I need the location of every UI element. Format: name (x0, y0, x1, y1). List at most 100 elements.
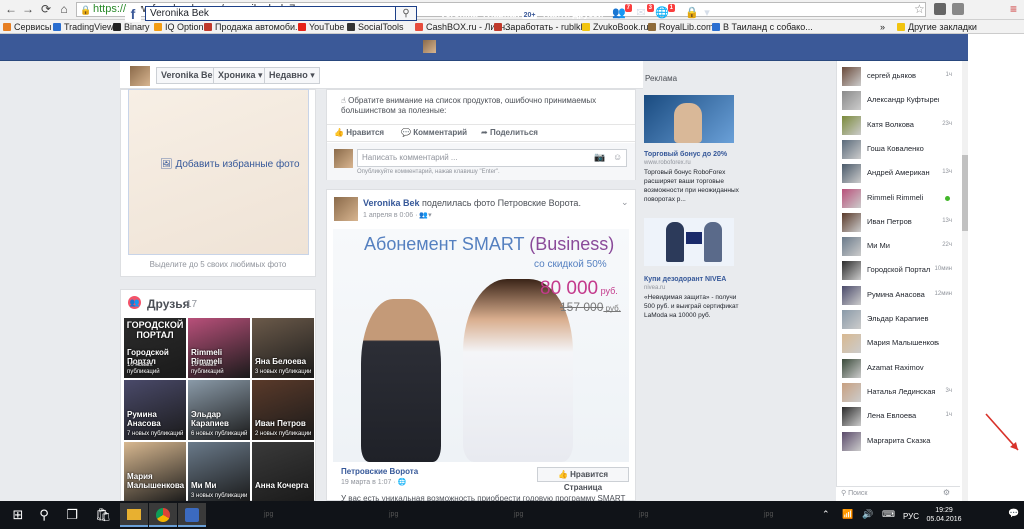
chat-contact[interactable]: Azamat Raximov (842, 359, 954, 379)
comment-input[interactable]: Написать комментарий ... (357, 149, 627, 167)
chat-contact[interactable]: Румина Анасова 12мин (842, 286, 954, 306)
reload-icon[interactable]: ⟳ (39, 2, 53, 16)
friend-tile[interactable]: Ми Ми 3 новых публикации (188, 442, 250, 502)
friend-tile[interactable]: ГОРОДСКОЙ ПОРТАЛ Городской Портал 10 новых… (124, 318, 186, 378)
author-avatar[interactable] (334, 197, 358, 221)
chat-scrollbar[interactable] (962, 61, 968, 501)
find-friends-link[interactable]: Найти друзей (543, 9, 603, 19)
comment-button[interactable]: 💬 Комментарий (401, 128, 467, 137)
favorites-photo-area[interactable] (128, 89, 309, 255)
store-icon[interactable]: 🛍 (95, 507, 112, 523)
app-icon[interactable] (178, 503, 206, 527)
chat-contact[interactable]: Иван Петров 13ч (842, 213, 954, 233)
bookmark-item[interactable]: Binary (113, 21, 150, 33)
chat-contact[interactable]: Ми Ми 22ч (842, 237, 954, 257)
add-favorite-photos-link[interactable]: 🖼 Добавить избранные фото (160, 159, 300, 170)
friend-tile[interactable]: Румина Анасова 7 новых публикаций (124, 380, 186, 440)
ad-title-link[interactable]: Торговый бонус до 20% (644, 151, 727, 158)
task-view-icon[interactable]: ❐ (64, 507, 80, 523)
friends-title[interactable]: Друзья (147, 297, 190, 311)
taskbar-window[interactable]: jpg (250, 505, 310, 525)
network-icon[interactable]: 📶 (842, 509, 853, 520)
taskbar-window[interactable]: jpg (375, 505, 435, 525)
chat-contact[interactable]: Маргарита Сказка (842, 432, 954, 452)
extension-icon[interactable] (934, 3, 946, 15)
windows-start-icon[interactable]: ⊞ (10, 507, 26, 523)
bookmark-item[interactable]: » (880, 21, 885, 33)
taskbar-window[interactable]: jpg (750, 505, 810, 525)
chat-settings-icon[interactable]: ⚙ (943, 488, 950, 497)
timeline-chronicle-dropdown[interactable]: Хроника ▾ (213, 67, 268, 84)
friend-tile[interactable]: Яна Белоева 3 новых публикации (252, 318, 314, 378)
account-menu-chevron-icon[interactable]: ▾ (700, 7, 714, 20)
browser-menu-icon[interactable]: ≡ (1010, 2, 1017, 16)
back-icon[interactable]: ← (4, 2, 18, 16)
home-icon[interactable]: ⌂ (57, 2, 71, 16)
audience-icon[interactable]: 👥▾ (419, 212, 431, 219)
clock[interactable]: 19:29 05.04.2016 (925, 506, 963, 524)
like-button[interactable]: 👍 Нравится (334, 128, 384, 137)
timeline-recent-dropdown[interactable]: Недавно ▾ (264, 67, 320, 84)
bookmark-item[interactable]: TradingView (53, 21, 114, 33)
ad-site[interactable]: www.roboforex.ru (644, 160, 691, 166)
like-page-button[interactable]: 👍 Нравится Страница (537, 467, 629, 492)
post-options-chevron-icon[interactable]: ⌄ (621, 197, 629, 208)
chat-contact[interactable]: Наталья Лединская 3ч (842, 383, 954, 403)
search-icon[interactable]: ⚲ (395, 6, 417, 21)
bookmark-item[interactable]: SocialTools (347, 21, 404, 33)
notifications-icon[interactable]: 🌐 1 (655, 4, 675, 20)
bookmark-item[interactable]: RoyalLib.com (648, 21, 714, 33)
chat-scrollbar-thumb[interactable] (962, 155, 968, 231)
bookmark-item[interactable]: IQ Option (154, 21, 204, 33)
post-date[interactable]: 1 апреля в 0:06 · 👥▾ (363, 211, 432, 219)
source-page-name[interactable]: Петровские Ворота (341, 467, 418, 476)
keyboard-icon[interactable]: ⌨ (882, 509, 895, 520)
share-button[interactable]: ➦ Поделиться (481, 128, 538, 137)
search-icon[interactable]: ⚲ (36, 507, 52, 523)
chat-contact[interactable]: Александр Куфтырев (842, 91, 954, 111)
bookmark-item[interactable]: Другие закладки (897, 21, 977, 33)
chat-contact[interactable]: Эльдар Карапиев (842, 310, 954, 330)
emoji-icon[interactable]: ☺ (613, 152, 622, 162)
chat-contact[interactable]: Городской Портал 10мин (842, 261, 954, 281)
bookmark-item[interactable]: ZvukoBook.ru (582, 21, 649, 33)
language-indicator[interactable]: РУС (903, 512, 919, 521)
chat-contact[interactable]: Андрей Американ 13ч (842, 164, 954, 184)
ad-site[interactable]: nivea.ru (644, 285, 665, 291)
chat-contact[interactable]: Гоша Коваленко (842, 140, 954, 160)
chat-contact[interactable]: Лена Евлоева 1ч (842, 407, 954, 427)
post-author[interactable]: Veronika Bek (363, 198, 420, 208)
file-explorer-icon[interactable] (120, 503, 148, 527)
home-link[interactable]: Главная 20+ (483, 9, 538, 19)
friend-tile[interactable]: Эльдар Карапиев 6 новых публикаций (188, 380, 250, 440)
facebook-logo[interactable]: f (125, 6, 141, 22)
bookmark-item[interactable]: Заработать - rublkl... (494, 21, 590, 33)
taskbar-window[interactable]: jpg (500, 505, 560, 525)
notification-center-icon[interactable]: 💬 (1008, 508, 1019, 519)
chat-contact[interactable]: Rimmeli Rimmeli (842, 189, 954, 209)
friend-tile[interactable]: Иван Петров 2 новых публикации (252, 380, 314, 440)
chat-contact[interactable]: Катя Волкова 23ч (842, 116, 954, 136)
chat-search[interactable]: ⚲ Поиск ⚙ (836, 486, 960, 501)
ad-image[interactable] (644, 95, 734, 143)
chat-contact[interactable]: Мария Малышенкова (842, 334, 954, 354)
bookmark-item[interactable]: Сервисы (3, 21, 51, 33)
messages-icon[interactable]: ✉ 3 (634, 4, 654, 20)
friend-requests-icon[interactable]: 👥 7 (612, 4, 632, 20)
search-input[interactable]: Veronika Bek (145, 6, 417, 21)
bookmark-star-icon[interactable]: ☆ (914, 2, 925, 16)
forward-icon[interactable]: → (21, 2, 35, 16)
volume-icon[interactable]: 🔊 (862, 509, 873, 520)
ad-title-link[interactable]: Купи дезодорант NIVEA (644, 276, 726, 283)
profile-link[interactable]: Veronika (440, 9, 478, 19)
chrome-icon[interactable] (149, 503, 177, 527)
ad-image[interactable] (644, 218, 734, 266)
bookmark-item[interactable]: В Таиланд с собако... (712, 21, 813, 33)
chat-contact[interactable]: сергей дьяков 1ч (842, 67, 954, 87)
bookmark-item[interactable]: YouTube (298, 21, 344, 33)
tray-chevron-icon[interactable]: ⌃ (822, 509, 830, 520)
taskbar-window[interactable]: jpg (625, 505, 685, 525)
timeline-avatar[interactable] (130, 66, 150, 86)
extension-icon[interactable] (952, 3, 964, 15)
friend-tile[interactable]: Анна Кочерга (252, 442, 314, 502)
